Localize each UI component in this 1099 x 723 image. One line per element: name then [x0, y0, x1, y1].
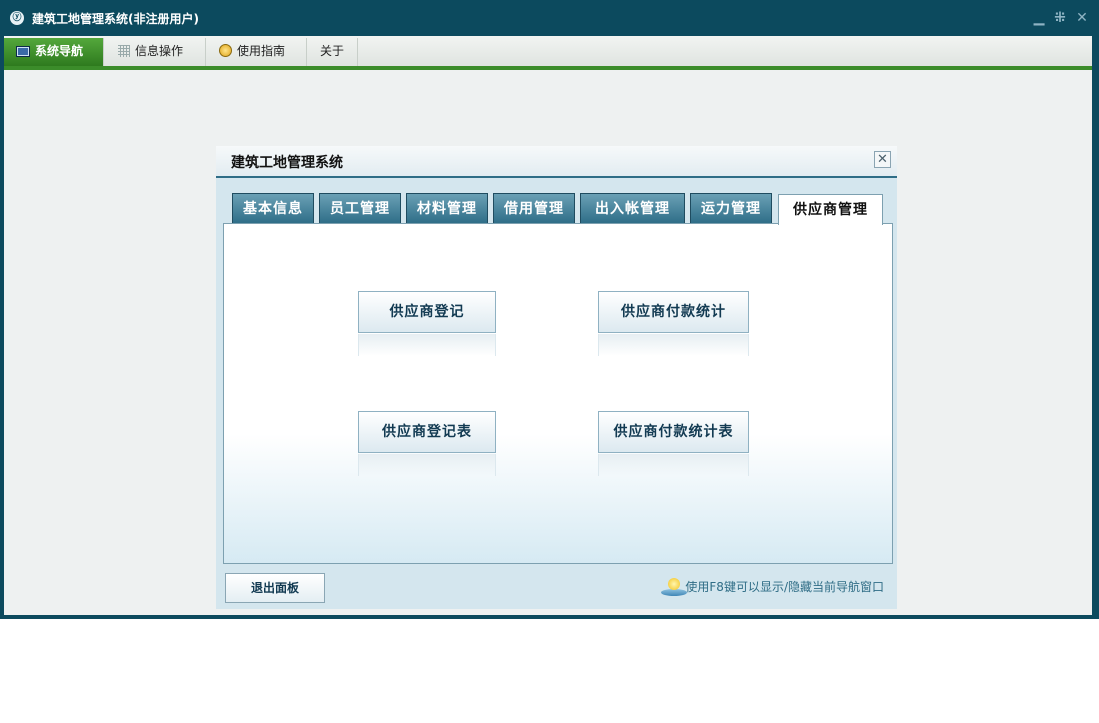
menu-tab-label: 信息操作 — [135, 44, 184, 58]
menu-tab-user-guide[interactable]: 使用指南 — [207, 38, 307, 66]
lightbulb-icon — [661, 578, 688, 596]
tip-text: 使用F8键可以显示/隐藏当前导航窗口 — [685, 580, 884, 594]
panel-header: 建筑工地管理系统 ✕ — [216, 146, 897, 178]
tab-supplier-management[interactable]: 供应商管理 — [778, 194, 883, 225]
exit-panel-button[interactable]: 退出面板 — [225, 573, 325, 603]
menu-tab-info-ops[interactable]: 信息操作 — [106, 38, 206, 66]
f8-tip: 使用F8键可以显示/隐藏当前导航窗口 — [661, 578, 884, 596]
panel-close-button[interactable]: ✕ — [874, 151, 891, 168]
supplier-register-button[interactable]: 供应商登记 — [358, 291, 496, 333]
window-title: 建筑工地管理系统(非注册用户) — [32, 12, 199, 26]
button-reflection — [358, 334, 496, 356]
bulb-icon — [219, 44, 232, 57]
supplier-register-report-button[interactable]: 供应商登记表 — [358, 411, 496, 453]
title-bar: ⓨ 建筑工地管理系统(非注册用户) ▁ ⁜ ✕ — [0, 0, 1099, 36]
grid-icon — [118, 45, 130, 57]
tab-transport-management[interactable]: 运力管理 — [690, 193, 772, 223]
app-window: ⓨ 建筑工地管理系统(非注册用户) ▁ ⁜ ✕ 系统导航 信息操作 使用指南 关… — [0, 0, 1099, 619]
minimize-button[interactable]: ▁ — [1030, 9, 1048, 27]
tab-borrow-management[interactable]: 借用管理 — [493, 193, 575, 223]
tab-page-supplier: 供应商登记 供应商付款统计 供应商登记表 供应商付款统计表 — [223, 223, 893, 564]
tab-staff-management[interactable]: 员工管理 — [319, 193, 401, 223]
app-logo-icon: ⓨ — [10, 11, 24, 25]
close-window-button[interactable]: ✕ — [1073, 9, 1091, 27]
button-reflection — [598, 334, 749, 356]
menu-bar: 系统导航 信息操作 使用指南 关于 — [4, 36, 1092, 66]
navigation-panel: 建筑工地管理系统 ✕ 基本信息 员工管理 材料管理 借用管理 出入帐管理 运力管… — [216, 146, 897, 609]
menu-tab-system-nav[interactable]: 系统导航 — [4, 38, 104, 66]
menu-tab-label: 使用指南 — [237, 44, 286, 58]
supplier-payment-report-button[interactable]: 供应商付款统计表 — [598, 411, 749, 453]
button-reflection — [358, 454, 496, 476]
monitor-icon — [16, 46, 30, 57]
button-reflection — [598, 454, 749, 476]
tab-material-management[interactable]: 材料管理 — [406, 193, 488, 223]
tab-basic-info[interactable]: 基本信息 — [232, 193, 314, 223]
tab-accounts-management[interactable]: 出入帐管理 — [580, 193, 685, 223]
restore-button[interactable]: ⁜ — [1051, 9, 1069, 27]
menu-tab-label: 系统导航 — [35, 44, 84, 58]
menu-tab-label: 关于 — [320, 44, 345, 58]
panel-title: 建筑工地管理系统 — [231, 155, 343, 171]
supplier-payment-stats-button[interactable]: 供应商付款统计 — [598, 291, 749, 333]
menu-tab-about[interactable]: 关于 — [308, 38, 358, 66]
